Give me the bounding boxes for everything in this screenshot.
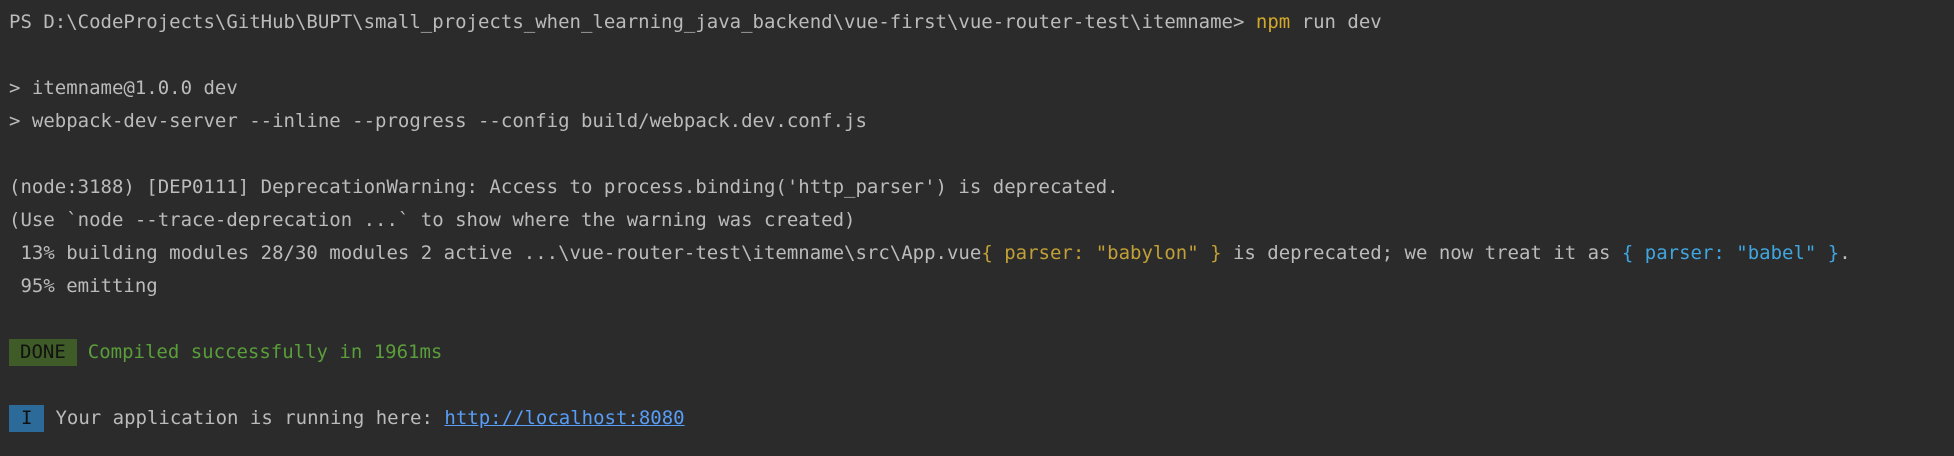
done-line: DONE Compiled successfully in 1961ms [9, 336, 1954, 369]
parser-new: { parser: "babel" } [1621, 242, 1840, 264]
parser-old: { parser: "babylon" } [981, 242, 1222, 264]
terminal-output[interactable]: PS D:\CodeProjects\GitHub\BUPT\small_pro… [0, 0, 1954, 456]
script-line-2: > webpack-dev-server --inline --progress… [9, 110, 867, 132]
parser-middle-text: is deprecated; we now treat it as [1221, 242, 1622, 264]
deprecation-hint: (Use `node --trace-deprecation ...` to s… [9, 209, 856, 231]
localhost-link[interactable]: http://localhost:8080 [444, 407, 684, 429]
npm-command: npm [1255, 11, 1291, 33]
parser-end-text: . [1839, 242, 1851, 264]
info-line: I Your application is running here: http:… [9, 402, 1954, 435]
info-badge: I [9, 405, 45, 432]
script-line-1: > itemname@1.0.0 dev [9, 77, 238, 99]
build-progress-line: 13% building modules 28/30 modules 2 act… [9, 237, 1954, 270]
deprecation-warning: (node:3188) [DEP0111] DeprecationWarning… [9, 176, 1119, 198]
info-message: Your application is running here: [55, 407, 445, 429]
done-badge: DONE [9, 339, 77, 366]
prompt-path: PS D:\CodeProjects\GitHub\BUPT\small_pro… [9, 11, 1245, 33]
done-message: Compiled successfully in 1961ms [87, 341, 443, 363]
command-args: run dev [1290, 11, 1382, 33]
prompt-line: PS D:\CodeProjects\GitHub\BUPT\small_pro… [9, 6, 1954, 39]
build-progress-text: 13% building modules 28/30 modules 2 act… [9, 242, 982, 264]
emitting-line: 95% emitting [9, 275, 158, 297]
